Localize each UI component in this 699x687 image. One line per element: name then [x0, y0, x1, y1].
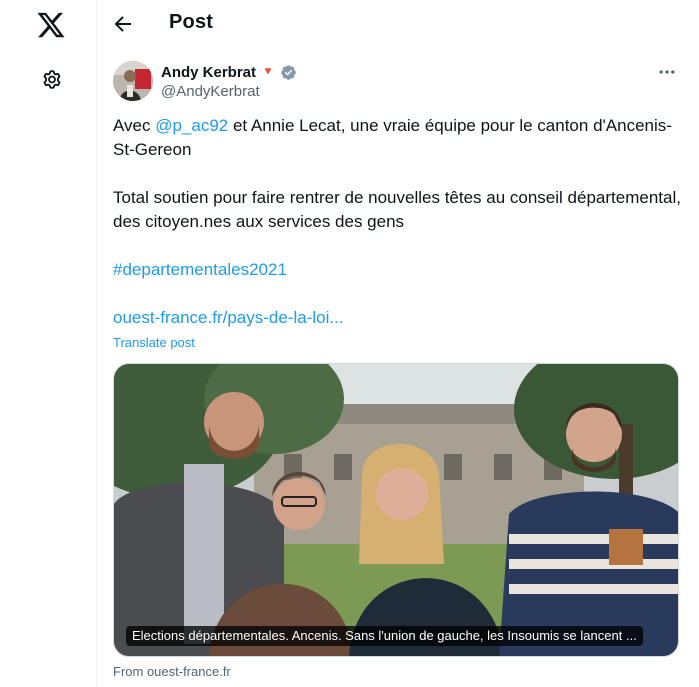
card-photo — [114, 364, 678, 656]
author-handle[interactable]: @AndyKerbrat — [161, 83, 297, 100]
post-header: Post — [97, 0, 699, 48]
translate-post-link[interactable]: Translate post — [113, 335, 195, 350]
card-caption: Elections départementales. Ancenis. Sans… — [126, 626, 643, 646]
link-preview-card[interactable]: Elections départementales. Ancenis. Sans… — [113, 363, 679, 657]
avatar[interactable] — [113, 61, 153, 101]
post-paragraph-2: Total soutien pour faire rentrer de nouv… — [113, 188, 681, 231]
card-source[interactable]: From ouest-france.fr — [113, 664, 231, 679]
gear-icon[interactable] — [40, 68, 64, 92]
author-name[interactable]: Andy Kerbrat — [161, 64, 256, 81]
arrow-left-icon[interactable] — [111, 12, 135, 36]
x-logo-icon[interactable] — [36, 10, 66, 40]
hashtag-link[interactable]: #departementales2021 — [113, 258, 688, 282]
post-paragraph-1: Avec @p_ac92 et Annie Lecat, une vraie é… — [113, 114, 688, 162]
main-column: Post Andy Kerbrat 🔻 @AndyKerbrat Avec @p… — [97, 0, 699, 687]
post-text-segment: Avec — [113, 116, 156, 135]
page-title: Post — [169, 11, 214, 33]
mention-link[interactable]: @p_ac92 — [155, 116, 228, 135]
external-link[interactable]: ouest-france.fr/pays-de-la-loi... — [113, 306, 688, 330]
post-body: Avec @p_ac92 et Annie Lecat, une vraie é… — [113, 114, 688, 330]
more-options-icon[interactable] — [657, 62, 677, 82]
verified-badge-icon — [280, 64, 296, 80]
left-nav-rail — [0, 0, 97, 687]
author-block: Andy Kerbrat 🔻 @AndyKerbrat — [161, 62, 297, 100]
red-triangle-emoji: 🔻 — [261, 65, 275, 78]
